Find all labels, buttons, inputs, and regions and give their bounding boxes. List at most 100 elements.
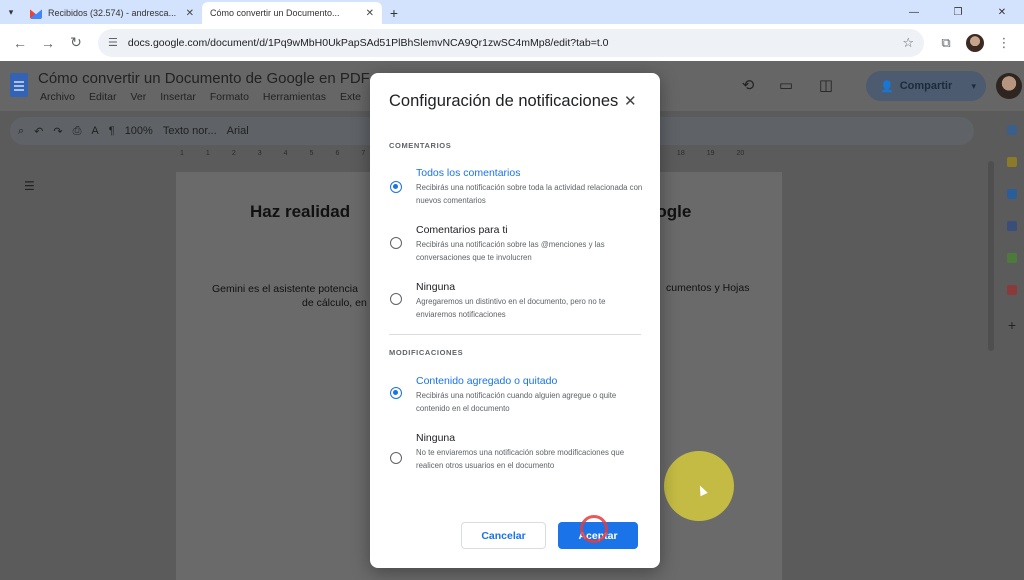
option-description: Recibirás una notificación sobre las @me… [416, 240, 605, 262]
notification-settings-dialog: Configuración de notificaciones ✕ COMENT… [370, 73, 660, 568]
page-paragraph-continued: cumentos y Hojas [666, 282, 750, 294]
url-input[interactable]: ☰ docs.google.com/document/d/1Pq9wMbH0Uk… [98, 28, 924, 57]
restore-button[interactable]: ❐ [936, 0, 980, 24]
tab-close-icon[interactable]: ✕ [366, 8, 374, 19]
menu-herramientas[interactable]: Herramientas [263, 91, 326, 103]
ruler-tick: 3 [257, 150, 262, 157]
ruler-tick: 1 [205, 150, 210, 157]
menu-archivo[interactable]: Archivo [40, 91, 75, 103]
font-select[interactable]: Arial [227, 125, 249, 137]
scrollbar[interactable] [988, 161, 994, 351]
radio-content-added-removed[interactable] [390, 387, 402, 399]
back-arrow-icon[interactable]: ← [6, 29, 34, 57]
undo-icon[interactable]: ↶ [34, 125, 43, 138]
menu-extensiones[interactable]: Exte [340, 91, 361, 103]
page-paragraph-line2: de cálculo, en [302, 297, 367, 309]
close-window-button[interactable]: ✕ [980, 0, 1024, 24]
option-description: Agregaremos un distintivo en el document… [416, 297, 606, 319]
comments-icon[interactable]: ▭ [776, 75, 796, 95]
chevron-down-icon[interactable]: ▾ [971, 81, 976, 92]
gmail-icon [30, 9, 42, 19]
add-addon-icon[interactable]: + [1008, 317, 1016, 333]
share-button[interactable]: 👤 Compartir ▾ [866, 71, 986, 101]
option-label: Contenido agregado o quitado [416, 375, 558, 387]
option-description: Recibirás una notificación cuando alguie… [416, 391, 617, 413]
page-paragraph: Gemini es el asistente potencia [212, 283, 358, 295]
ruler-tick: 7 [361, 150, 366, 157]
contacts-icon[interactable] [1007, 221, 1017, 231]
menu-editar[interactable]: Editar [89, 91, 116, 103]
reload-icon[interactable]: ↻ [62, 29, 90, 57]
document-title[interactable]: Cómo convertir un Documento de Google en… [38, 70, 395, 87]
option-label: Comentarios para ti [416, 224, 508, 236]
paragraph-style-select[interactable]: Texto nor... [163, 125, 217, 137]
history-icon[interactable]: ⟲ [738, 75, 758, 95]
menu-bar: Archivo Editar Ver Insertar Formato Herr… [40, 91, 361, 103]
option-description: Recibirás una notificación sobre toda la… [416, 183, 643, 205]
page-heading: Haz realidad [250, 202, 351, 221]
radio-comments-for-you[interactable] [390, 237, 402, 249]
redo-icon[interactable]: ↷ [53, 125, 62, 138]
calendar-icon[interactable] [1007, 125, 1017, 135]
spellcheck-icon[interactable]: A [91, 125, 98, 137]
ruler-tick: 18 [676, 150, 685, 157]
window-controls: — ❐ ✕ [892, 0, 1024, 24]
tab-search-icon[interactable]: ▾ [0, 0, 22, 24]
paint-format-icon[interactable]: ¶ [109, 125, 115, 137]
radio-edits-none[interactable] [390, 452, 402, 464]
ruler-tick: 1 [180, 150, 184, 157]
share-label: Compartir [899, 80, 953, 92]
ruler-tick: 19 [706, 150, 715, 157]
menu-kebab-icon[interactable]: ⋮ [990, 29, 1018, 57]
person-icon: 👤 [880, 80, 894, 93]
comments-section-label: COMENTARIOS [389, 141, 452, 150]
print-icon[interactable]: ⎙ [73, 125, 82, 138]
cancel-button[interactable]: Cancelar [461, 522, 546, 549]
document-outline-icon[interactable]: ☰ [24, 179, 35, 193]
zoom-select[interactable]: 100% [125, 125, 153, 137]
profile-avatar[interactable] [966, 33, 984, 52]
option-label: Ninguna [416, 432, 456, 444]
edits-section-label: MODIFICACIONES [389, 348, 464, 357]
ruler-tick: 4 [283, 150, 288, 157]
side-panel: + [1000, 121, 1024, 481]
url-text: docs.google.com/document/d/1Pq9wMbH0UkPa… [127, 36, 609, 49]
dialog-title: Configuración de notificaciones [389, 92, 619, 110]
account-avatar[interactable] [996, 73, 1022, 99]
tab-close-icon[interactable]: ✕ [186, 8, 194, 19]
ruler-tick: 2 [231, 150, 236, 157]
tab-title: Recibidos (32.574) - andresca... [48, 8, 177, 18]
section-divider [389, 334, 641, 335]
address-bar: ← → ↻ ☰ docs.google.com/document/d/1Pq9w… [0, 24, 1024, 61]
docs-logo-icon[interactable] [10, 73, 28, 97]
tab-gmail[interactable]: Recibidos (32.574) - andresca... ✕ [22, 2, 202, 24]
option-label: Todos los comentarios [416, 167, 521, 179]
minimize-button[interactable]: — [892, 0, 936, 24]
ruler-tick: 6 [335, 150, 340, 157]
keep-icon[interactable] [1007, 157, 1017, 167]
tab-docs[interactable]: Cómo convertir un Documento... ✕ [202, 2, 382, 75]
site-info-icon[interactable]: ☰ [108, 36, 118, 49]
accept-button[interactable]: Aceptar [558, 522, 638, 549]
tasks-icon[interactable] [1007, 189, 1017, 199]
option-description: No te enviaremos una notificación sobre … [416, 448, 625, 470]
tab-title: Cómo convertir un Documento... [210, 8, 340, 18]
extensions-icon[interactable]: ⧉ [932, 29, 960, 57]
search-menus-icon[interactable]: ⌕ [18, 125, 24, 138]
option-label: Ninguna [416, 281, 456, 293]
radio-comments-none[interactable] [390, 293, 402, 305]
menu-ver[interactable]: Ver [130, 91, 146, 103]
close-icon[interactable]: ✕ [624, 92, 637, 112]
ruler-tick: 5 [309, 150, 314, 157]
radio-all-comments[interactable] [390, 181, 402, 193]
addon-icon[interactable] [1007, 285, 1017, 295]
bookmark-star-icon[interactable]: ☆ [902, 35, 914, 51]
maps-icon[interactable] [1007, 253, 1017, 263]
tab-strip: ▾ Recibidos (32.574) - andresca... ✕ Cóm… [0, 0, 1024, 75]
new-tab-button[interactable]: + [382, 2, 406, 24]
menu-insertar[interactable]: Insertar [160, 91, 196, 103]
menu-formato[interactable]: Formato [210, 91, 249, 103]
meet-icon[interactable]: ◫ [816, 75, 836, 95]
forward-arrow-icon[interactable]: → [34, 29, 62, 57]
ruler-tick: 20 [736, 150, 745, 157]
